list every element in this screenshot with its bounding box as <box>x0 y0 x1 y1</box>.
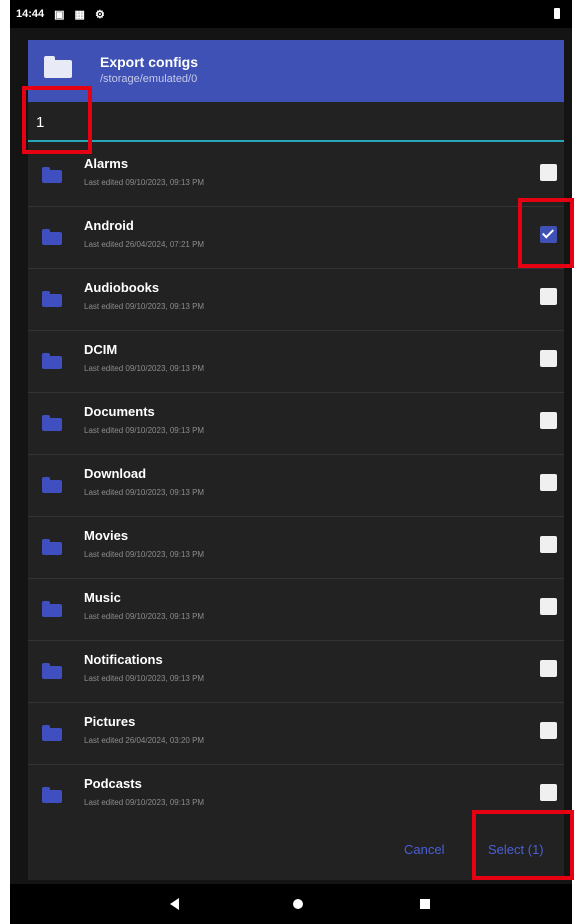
folder-item[interactable]: Podcasts Last edited 09/10/2023, 09:13 PM <box>28 764 564 824</box>
folder-list: Alarms Last edited 09/10/2023, 09:13 PM An… <box>28 144 564 824</box>
folder-modified-date: Last edited 09/10/2023, 09:13 PM <box>84 798 205 807</box>
notification-icon: ▣ <box>54 8 65 21</box>
folder-icon <box>42 167 62 183</box>
folder-name: Pictures <box>84 714 136 729</box>
folder-icon <box>42 601 62 617</box>
select-button[interactable]: Select (1) <box>488 842 544 857</box>
folder-icon <box>42 415 62 431</box>
folder-checkbox[interactable] <box>540 660 557 677</box>
folder-checkbox[interactable] <box>540 536 557 553</box>
folder-item[interactable]: Android Last edited 26/04/2024, 07:21 PM <box>28 206 564 269</box>
folder-checkbox[interactable] <box>540 226 557 243</box>
folder-modified-date: Last edited 09/10/2023, 09:13 PM <box>84 674 205 683</box>
folder-icon <box>42 663 62 679</box>
folder-icon <box>42 291 62 307</box>
folder-modified-date: Last edited 26/04/2024, 03:20 PM <box>84 736 205 745</box>
folder-checkbox[interactable] <box>540 350 557 367</box>
current-path: /storage/emulated/0 <box>100 73 198 85</box>
back-icon[interactable] <box>170 898 179 910</box>
folder-modified-date: Last edited 26/04/2024, 07:21 PM <box>84 240 205 249</box>
status-bar: 14:44 ▣ ▦ ⚙ <box>10 0 572 28</box>
folder-name: Music <box>84 590 121 605</box>
folder-checkbox[interactable] <box>540 722 557 739</box>
navigation-bar <box>10 884 572 924</box>
export-configs-dialog: Export configs /storage/emulated/0 Alarm… <box>28 40 564 880</box>
battery-icon <box>554 8 560 19</box>
folder-modified-date: Last edited 09/10/2023, 09:13 PM <box>84 488 205 497</box>
folder-name: Download <box>84 466 147 481</box>
dialog-title: Export configs <box>100 54 199 70</box>
dialog-header: Export configs /storage/emulated/0 <box>28 40 564 102</box>
folder-item[interactable]: Alarms Last edited 09/10/2023, 09:13 PM <box>28 144 564 207</box>
home-icon[interactable] <box>293 899 303 909</box>
folder-item[interactable]: DCIM Last edited 09/10/2023, 09:13 PM <box>28 330 564 393</box>
settings-icon: ⚙ <box>94 8 105 21</box>
folder-name: Audiobooks <box>84 280 160 295</box>
folder-checkbox[interactable] <box>540 474 557 491</box>
folder-icon <box>42 725 62 741</box>
folder-name: Alarms <box>84 156 129 171</box>
folder-item[interactable]: Movies Last edited 09/10/2023, 09:13 PM <box>28 516 564 579</box>
folder-checkbox[interactable] <box>540 164 557 181</box>
folder-icon <box>42 477 62 493</box>
folder-name: DCIM <box>84 342 118 357</box>
cancel-button[interactable]: Cancel <box>404 842 444 857</box>
folder-icon <box>42 539 62 555</box>
search-bar <box>28 102 564 142</box>
folder-name: Documents <box>84 404 155 419</box>
folder-name: Android <box>84 218 134 233</box>
folder-item[interactable]: Pictures Last edited 26/04/2024, 03:20 PM <box>28 702 564 765</box>
folder-modified-date: Last edited 09/10/2023, 09:13 PM <box>84 426 205 435</box>
device-screen: 14:44 ▣ ▦ ⚙ Export configs /storage/emul… <box>10 0 572 924</box>
folder-item[interactable]: Music Last edited 09/10/2023, 09:13 PM <box>28 578 564 641</box>
folder-icon <box>42 353 62 369</box>
folder-modified-date: Last edited 09/10/2023, 09:13 PM <box>84 550 205 559</box>
folder-checkbox[interactable] <box>540 598 557 615</box>
folder-icon <box>44 56 72 78</box>
folder-item[interactable]: Download Last edited 09/10/2023, 09:13 PM <box>28 454 564 517</box>
folder-name: Notifications <box>84 652 163 667</box>
recent-apps-icon[interactable] <box>420 899 430 909</box>
grid-icon: ▦ <box>74 8 85 21</box>
folder-modified-date: Last edited 09/10/2023, 09:13 PM <box>84 178 205 187</box>
folder-item[interactable]: Notifications Last edited 09/10/2023, 09:… <box>28 640 564 703</box>
status-time: 14:44 <box>16 8 45 20</box>
folder-checkbox[interactable] <box>540 784 557 801</box>
folder-modified-date: Last edited 09/10/2023, 09:13 PM <box>84 364 205 373</box>
folder-item[interactable]: Audiobooks Last edited 09/10/2023, 09:13 … <box>28 268 564 331</box>
folder-name: Movies <box>84 528 129 543</box>
dialog-footer: Cancel Select (1) <box>28 824 564 880</box>
folder-modified-date: Last edited 09/10/2023, 09:13 PM <box>84 302 205 311</box>
folder-checkbox[interactable] <box>540 412 557 429</box>
folder-icon <box>42 229 62 245</box>
search-input[interactable] <box>34 111 538 133</box>
folder-item[interactable]: Documents Last edited 09/10/2023, 09:13 P… <box>28 392 564 455</box>
folder-icon <box>42 787 62 803</box>
folder-checkbox[interactable] <box>540 288 557 305</box>
folder-modified-date: Last edited 09/10/2023, 09:13 PM <box>84 612 205 621</box>
folder-name: Podcasts <box>84 776 142 791</box>
